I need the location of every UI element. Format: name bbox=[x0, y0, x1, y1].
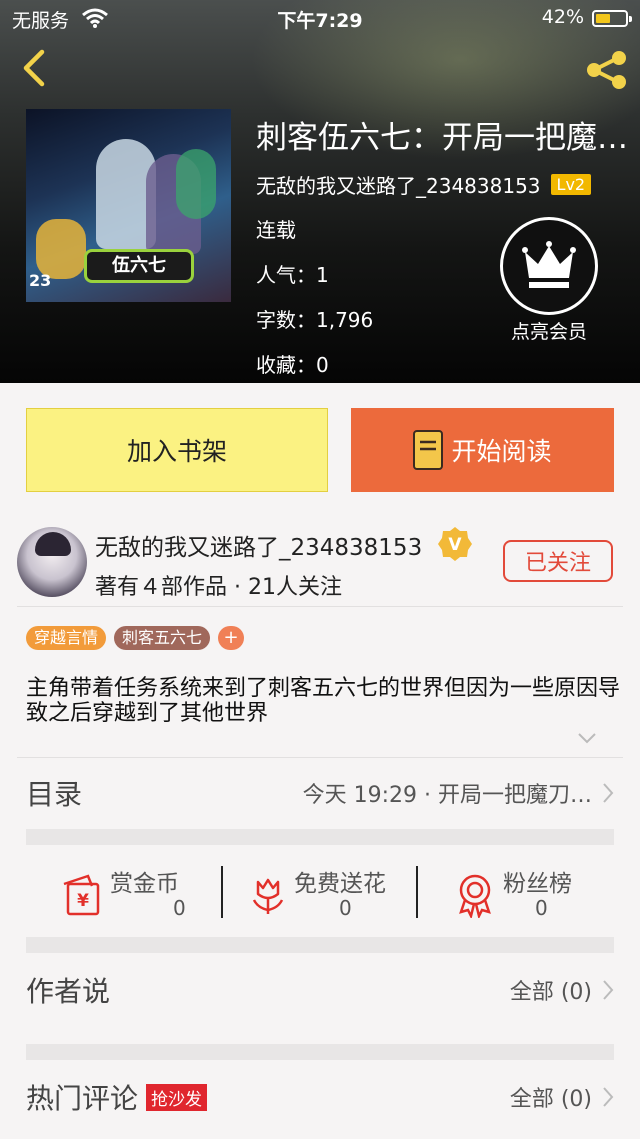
vip-button[interactable]: 点亮会员 bbox=[500, 217, 598, 344]
flower-icon bbox=[252, 878, 284, 914]
cover-number: 23 bbox=[29, 271, 52, 290]
catalog-latest-chapter: 今天 19:29 · 开局一把魔刀… bbox=[302, 783, 592, 808]
catalog-label: 目录 bbox=[26, 778, 83, 811]
send-flower-count: 0 bbox=[339, 896, 352, 920]
book-icon bbox=[413, 430, 444, 470]
send-flower-label: 免费送花 bbox=[294, 871, 386, 897]
medal-icon bbox=[459, 874, 491, 918]
author-avatar[interactable] bbox=[17, 527, 87, 597]
status-bar: 无服务 下午7:29 42% bbox=[0, 0, 640, 36]
book-cover[interactable]: 伍六七 23 bbox=[26, 109, 231, 302]
author-name[interactable]: 无敌的我又迷路了_234838153 bbox=[95, 528, 422, 562]
fan-ranking-count: 0 bbox=[535, 896, 548, 920]
verified-badge-icon: V bbox=[438, 527, 472, 561]
hot-comments-row[interactable]: 热门评论 抢沙发 全部 (0) bbox=[26, 1062, 614, 1132]
book-author-name: 无敌的我又迷路了_234838153 bbox=[256, 174, 541, 198]
section-gap bbox=[26, 829, 614, 845]
section-gap bbox=[26, 937, 614, 953]
add-to-shelf-button[interactable]: 加入书架 bbox=[26, 408, 328, 492]
red-envelope-icon: ¥ bbox=[63, 874, 100, 916]
fan-ranking-label: 粉丝榜 bbox=[503, 871, 572, 897]
action-bar: ¥ 赏金币 0 免费送花 0 粉丝榜 0 bbox=[26, 858, 614, 930]
svg-text:V: V bbox=[448, 535, 462, 555]
book-title: 刺客伍六七：开局一把魔… bbox=[256, 120, 628, 156]
catalog-row[interactable]: 目录 今天 19:29 · 开局一把魔刀… bbox=[26, 758, 614, 828]
author-says-all: 全部 (0) bbox=[509, 980, 592, 1005]
chevron-down-icon[interactable] bbox=[577, 732, 597, 744]
tip-coins-button[interactable]: ¥ 赏金币 0 bbox=[58, 858, 228, 930]
tag-list: 穿越言情 刺客五六七 + bbox=[26, 626, 245, 650]
author-says-label: 作者说 bbox=[26, 975, 111, 1008]
hot-comments-label: 热门评论 bbox=[26, 1082, 139, 1115]
battery-percent: 42% bbox=[541, 6, 584, 28]
chevron-right-icon bbox=[603, 1087, 614, 1107]
fan-ranking-button[interactable]: 粉丝榜 0 bbox=[451, 858, 611, 930]
cover-logo: 伍六七 bbox=[84, 249, 194, 283]
share-icon[interactable] bbox=[582, 50, 630, 90]
book-description: 主角带着任务系统来到了刺客五六七的世界但因为一些原因导致之后穿越到了其他世界 bbox=[26, 676, 621, 726]
divider bbox=[416, 866, 418, 918]
hot-comments-all: 全部 (0) bbox=[509, 1087, 592, 1112]
tip-coins-label: 赏金币 bbox=[110, 871, 179, 897]
vip-label: 点亮会员 bbox=[510, 321, 587, 343]
start-reading-button[interactable]: 开始阅读 bbox=[351, 408, 614, 492]
svg-text:¥: ¥ bbox=[77, 891, 89, 911]
crown-icon bbox=[500, 217, 598, 315]
book-popularity: 人气：1 bbox=[256, 263, 329, 287]
tag-chip[interactable]: 穿越言情 bbox=[26, 626, 107, 650]
send-flower-button[interactable]: 免费送花 0 bbox=[244, 858, 424, 930]
book-word-count: 字数：1,796 bbox=[256, 308, 374, 332]
book-status: 连载 bbox=[256, 218, 296, 242]
author-says-row[interactable]: 作者说 全部 (0) bbox=[26, 955, 614, 1025]
divider bbox=[17, 606, 623, 607]
add-tag-button[interactable]: + bbox=[218, 626, 245, 650]
section-gap bbox=[26, 1044, 614, 1060]
level-badge: Lv2 bbox=[550, 174, 592, 195]
book-header: 无服务 下午7:29 42% 伍六七 23 刺客伍六七：开局一把魔… 无敌的我又… bbox=[0, 0, 640, 383]
first-comment-badge: 抢沙发 bbox=[146, 1083, 208, 1111]
follow-button[interactable]: 已关注 bbox=[503, 540, 613, 582]
author-stats: 著有４部作品 · 21人关注 bbox=[95, 575, 342, 600]
back-arrow-icon[interactable] bbox=[16, 48, 56, 88]
start-reading-label: 开始阅读 bbox=[451, 437, 552, 466]
book-author[interactable]: 无敌的我又迷路了_234838153 Lv2 bbox=[256, 170, 592, 199]
chevron-right-icon bbox=[603, 980, 614, 1000]
tag-chip[interactable]: 刺客五六七 bbox=[114, 626, 211, 650]
book-favorites: 收藏：0 bbox=[256, 353, 329, 377]
chevron-right-icon bbox=[603, 783, 614, 803]
divider bbox=[221, 866, 223, 918]
tip-coins-count: 0 bbox=[173, 896, 186, 920]
battery-icon bbox=[592, 10, 632, 27]
